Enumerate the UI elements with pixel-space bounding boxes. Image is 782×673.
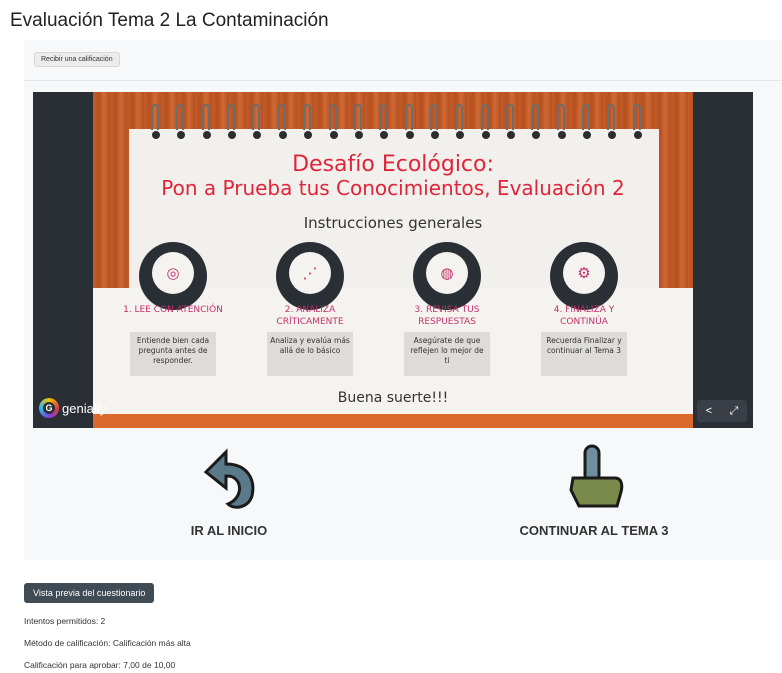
brand-label: genially bbox=[62, 400, 107, 416]
page-title: Evaluación Tema 2 La Contaminación bbox=[10, 10, 329, 31]
share-icon[interactable]: < bbox=[706, 405, 712, 417]
embed-title-line2: Pon a Prueba tus Conocimientos, Evaluaci… bbox=[161, 176, 625, 200]
embed-subtitle: Instrucciones generales bbox=[303, 214, 483, 232]
divider bbox=[24, 80, 782, 81]
fullscreen-icon[interactable]: ⤢ bbox=[730, 405, 739, 418]
go-home-button[interactable]: IR AL INICIO bbox=[174, 442, 284, 538]
genially-brand[interactable]: G genially bbox=[39, 398, 106, 418]
wood-bottom-strip bbox=[93, 414, 693, 428]
passing-grade: Calificación para aprobar: 7,00 de 10,00 bbox=[24, 660, 176, 670]
embed-controls: < ⤢ bbox=[697, 400, 747, 422]
genially-logo-icon: G bbox=[39, 398, 59, 418]
genially-embed[interactable]: Desafío Ecológico: Pon a Prueba tus Cono… bbox=[33, 92, 753, 428]
step-heading: 3. REVISA TUS RESPUESTAS bbox=[414, 305, 480, 327]
go-home-label: IR AL INICIO bbox=[190, 523, 268, 538]
continue-label: CONTINUAR AL TEMA 3 bbox=[519, 523, 669, 538]
step-heading: 1. LEE CON ATENCIÓN bbox=[123, 305, 223, 315]
gears-icon: ⚙ bbox=[563, 252, 605, 294]
step-text: Entiende bien cada pregunta antes de res… bbox=[130, 332, 216, 376]
step-text: Analiza y evalúa más allá de lo básico bbox=[267, 332, 353, 376]
notebook-spiral bbox=[151, 104, 642, 144]
continue-topic-button[interactable]: CONTINUAR AL TEMA 3 bbox=[514, 442, 674, 538]
completion-requirement-button[interactable]: Recibir una calificación bbox=[34, 52, 120, 67]
step-text: Recuerda Finalizar y continuar al Tema 3 bbox=[541, 332, 627, 376]
pointing-hand-icon bbox=[569, 444, 624, 508]
step-heading: 2. ANALIZA CRÍTICAMENTE bbox=[276, 305, 344, 327]
embed-title: Desafío Ecológico: bbox=[292, 152, 494, 177]
globe-icon: ◍ bbox=[426, 252, 468, 294]
step-text: Asegúrate de que reflejen lo mejor de ti bbox=[404, 332, 490, 376]
return-arrow-icon bbox=[203, 448, 255, 509]
step-heading: 4. FINALIZA Y CONTINÚA bbox=[553, 305, 615, 327]
chart-icon: ⋰ bbox=[289, 252, 331, 294]
quiz-preview-button[interactable]: Vista previa del cuestionario bbox=[24, 583, 155, 603]
closing-text: Buena suerte!!! bbox=[337, 390, 449, 406]
fingerprint-icon: ◎ bbox=[152, 252, 194, 294]
grading-method: Método de calificación: Calificación más… bbox=[24, 638, 191, 648]
attempts-allowed: Intentos permitidos: 2 bbox=[24, 616, 106, 626]
activity-card: Recibir una calificación Desafío Ecológi… bbox=[24, 40, 782, 560]
